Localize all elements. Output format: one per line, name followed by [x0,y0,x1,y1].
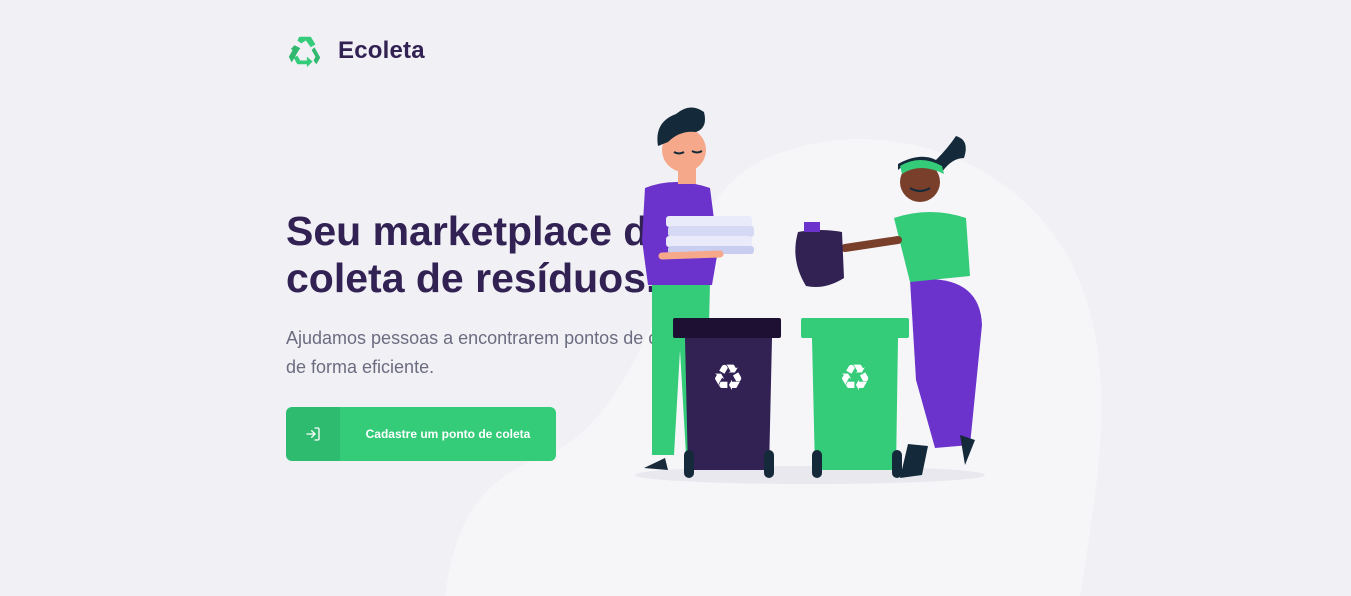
people-recycling-illustration: ♻ ♻ [635,107,985,484]
hero-title-line-1: Seu marketplace de [286,208,672,254]
landing-page: Ecoleta Seu marketplace de coleta de res… [0,0,1351,596]
green-recycling-bin: ♻ [801,318,909,478]
recycle-icon [288,36,321,68]
hero-title-line-2: coleta de resíduos. [286,255,658,301]
purple-recycling-bin: ♻ [673,318,781,478]
cta-icon-box [286,407,340,461]
hero-description-line-2: de forma eficiente. [286,357,435,377]
site-header: Ecoleta [286,32,425,70]
recycle-icon: ♻ [712,358,744,399]
register-collection-point-button[interactable]: Cadastre um ponto de coleta [286,407,556,461]
log-in-icon [306,427,320,441]
brand-name[interactable]: Ecoleta [338,37,425,65]
cta-label: Cadastre um ponto de coleta [365,427,531,441]
recycle-icon: ♻ [839,358,871,399]
